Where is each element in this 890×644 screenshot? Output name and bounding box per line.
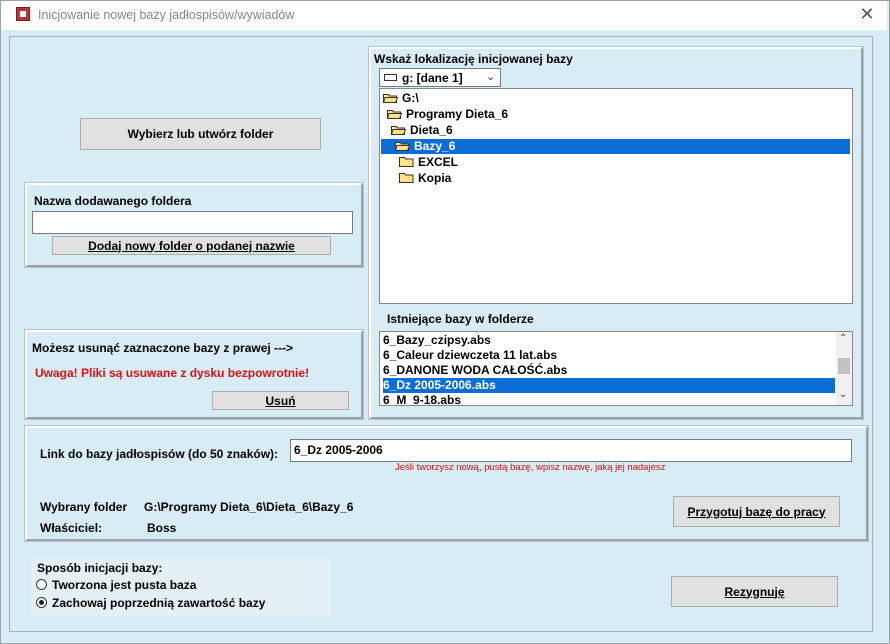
add-folder-button[interactable]: Dodaj nowy folder o podanej nazwie xyxy=(52,236,331,255)
keep-content-radio[interactable] xyxy=(36,597,47,608)
drive-select-value: g: [dane 1] xyxy=(402,71,463,85)
folder-open-icon xyxy=(394,140,411,151)
owner-value: Boss xyxy=(147,521,177,535)
close-icon[interactable]: ✕ xyxy=(856,3,878,25)
owner-label: Właściciel: xyxy=(40,521,103,535)
scrollbar-thumb[interactable] xyxy=(838,358,850,374)
tree-node-selected[interactable]: Bazy_6 xyxy=(381,139,850,154)
choose-folder-button[interactable]: Wybierz lub utwórz folder xyxy=(80,118,321,150)
drive-select[interactable]: g: [dane 1] ⌄ xyxy=(379,68,501,87)
existing-bases-label: Istniejące bazy w folderze xyxy=(387,312,534,326)
drive-icon xyxy=(384,74,397,81)
existing-bases-list[interactable]: 6_Bazy_czipsy.abs 6_Caleur dziewczeta 11… xyxy=(379,331,853,406)
list-scrollbar[interactable]: ⌃ ⌄ xyxy=(836,332,852,405)
link-hint-text: Jeśli tworzysz nową, pustą bazę, wpisz n… xyxy=(395,462,666,473)
new-folder-name-input[interactable] xyxy=(32,211,353,234)
add-folder-label: Dodaj nowy folder o podanej nazwie xyxy=(88,238,295,253)
list-item[interactable]: 6_Bazy_czipsy.abs xyxy=(383,333,835,348)
tree-node[interactable]: Kopia xyxy=(399,171,451,186)
tree-node-label: Programy Dieta_6 xyxy=(406,107,509,121)
selected-folder-value: G:\Programy Dieta_6\Dieta_6\Bazy_6 xyxy=(144,500,354,514)
choose-folder-label: Wybierz lub utwórz folder xyxy=(127,127,274,141)
folder-icon xyxy=(399,156,414,167)
delete-warning-text: Uwaga! Pliki są usuwane z dysku bezpowro… xyxy=(35,366,310,380)
delete-button-label: Usuń xyxy=(265,393,296,408)
cancel-button[interactable]: Rezygnuję xyxy=(671,576,838,607)
chevron-down-icon: ⌄ xyxy=(486,71,496,83)
tree-node-label: Kopia xyxy=(418,171,452,185)
cancel-button-label: Rezygnuję xyxy=(724,584,785,599)
tree-node[interactable]: Dieta_6 xyxy=(390,123,453,138)
window-title: Inicjowanie nowej bazy jadłospisów/wywia… xyxy=(38,8,295,22)
tree-node-label: EXCEL xyxy=(418,155,459,169)
list-item-selected[interactable]: 6_Dz 2005-2006.abs xyxy=(383,378,835,393)
link-input[interactable]: 6_Dz 2005-2006 xyxy=(290,439,852,462)
delete-info-text: Możesz usunąć zaznaczone bazy z prawej -… xyxy=(32,341,294,355)
app-icon xyxy=(16,7,30,21)
scroll-down-icon[interactable]: ⌄ xyxy=(839,389,847,400)
tree-node-label: Bazy_6 xyxy=(414,139,456,153)
init-mode-label: Sposób inicjacji bazy: xyxy=(37,561,163,575)
folder-open-icon xyxy=(382,92,399,103)
tree-node[interactable]: Programy Dieta_6 xyxy=(386,107,509,122)
new-folder-label: Nazwa dodawanego foldera xyxy=(34,194,192,208)
tree-node[interactable]: EXCEL xyxy=(399,155,458,170)
list-item[interactable]: 6_M_9-18.abs xyxy=(383,393,835,405)
keep-content-label: Zachowaj poprzednią zawartość bazy xyxy=(52,596,266,610)
folder-tree[interactable]: G:\ Programy Dieta_6 Dieta_6 Bazy_6 EXCE… xyxy=(379,88,853,304)
folder-icon xyxy=(399,172,414,183)
empty-base-radio[interactable] xyxy=(36,579,47,590)
folder-open-icon xyxy=(390,124,407,135)
location-label: Wskaż lokalizację inicjowanej bazy xyxy=(374,52,573,66)
list-item[interactable]: 6_Caleur dziewczeta 11 lat.abs xyxy=(383,348,835,363)
empty-base-label: Tworzona jest pusta baza xyxy=(52,578,197,592)
tree-node-label: G:\ xyxy=(402,91,419,105)
list-item[interactable]: 6_DANONE WODA CAŁOŚĆ.abs xyxy=(383,363,835,378)
tree-node[interactable]: G:\ xyxy=(382,91,419,106)
scroll-up-icon[interactable]: ⌃ xyxy=(839,333,847,344)
folder-open-icon xyxy=(386,108,403,119)
selected-folder-label: Wybrany folder xyxy=(40,500,128,514)
delete-button[interactable]: Usuń xyxy=(212,391,349,410)
prepare-base-label: Przygotuj bazę do pracy xyxy=(687,504,826,519)
prepare-base-button[interactable]: Przygotuj bazę do pracy xyxy=(673,496,840,527)
link-label: Link do bazy jadłospisów (do 50 znaków): xyxy=(40,447,279,461)
tree-node-label: Dieta_6 xyxy=(410,123,453,137)
